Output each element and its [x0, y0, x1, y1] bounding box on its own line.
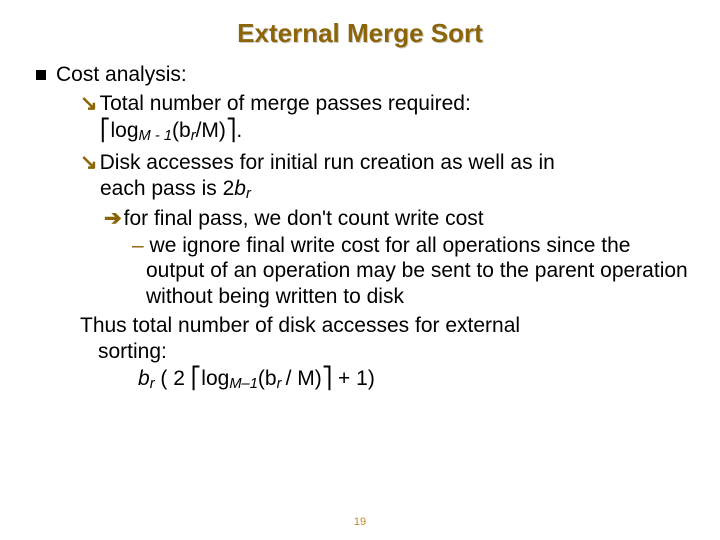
subbullet-disk-accesses: ↘Disk accesses for initial run creation …: [80, 150, 692, 204]
subbullet-merge-passes: ↘Total number of merge passes required:: [80, 91, 692, 116]
log: log: [201, 367, 229, 390]
sub-r2: r: [277, 376, 286, 392]
formula-total-disk-accesses: br ( 2 ⎡logM–1(br / M)⎤ + 1): [138, 366, 692, 392]
dash-icon: –: [132, 234, 144, 257]
thus-text-b: sorting:: [98, 340, 167, 363]
note-ignore-write: – we ignore final write cost for all ope…: [132, 233, 692, 310]
over-m: /M): [196, 119, 226, 142]
log: log: [111, 119, 139, 142]
open: ( 2: [155, 367, 191, 390]
bullet-text: Cost analysis:: [56, 63, 187, 86]
thus-line: Thus total number of disk accesses for e…: [80, 313, 692, 363]
text: for final pass, we don't count write cos…: [124, 207, 484, 230]
tail: + 1): [332, 367, 375, 390]
thus-text-a: Thus total number of disk accesses for e…: [80, 314, 520, 337]
text-line2: each pass is 2: [100, 177, 234, 200]
ceil-left-icon: ⎡: [100, 118, 111, 142]
subsub-final-pass: ➔for final pass, we don't count write co…: [104, 206, 692, 231]
slide: External Merge Sort Cost analysis: ↘Tota…: [0, 0, 720, 540]
ceil-right-icon: ⎤: [226, 118, 237, 142]
period: .: [236, 119, 242, 142]
formula-merge-passes: ⎡logM - 1(br/M)⎤.: [100, 118, 692, 144]
sub-m1: M - 1: [139, 128, 172, 144]
bullet-cost-analysis: Cost analysis:: [36, 63, 692, 87]
ceil-left-icon: ⎡: [191, 366, 202, 390]
sub-m1: M–1: [229, 376, 258, 392]
open-b: (b: [258, 367, 277, 390]
slide-title: External Merge Sort: [28, 18, 692, 49]
open-b: (b: [172, 119, 191, 142]
text: Total number of merge passes required:: [100, 92, 471, 115]
right-arrow-icon: ➔: [104, 207, 122, 230]
ceil-right-icon: ⎤: [322, 366, 333, 390]
b-italic: b: [234, 177, 246, 200]
text-line1: Disk accesses for initial run creation a…: [100, 151, 555, 174]
over-m: / M): [286, 367, 322, 390]
text: we ignore final write cost for all opera…: [144, 234, 688, 308]
square-bullet-icon: [36, 70, 46, 80]
down-arrow-icon: ↘: [80, 92, 98, 115]
page-number: 19: [0, 516, 720, 528]
down-arrow-icon: ↘: [80, 151, 98, 174]
b: b: [138, 367, 150, 390]
sub-r: r: [246, 186, 251, 202]
